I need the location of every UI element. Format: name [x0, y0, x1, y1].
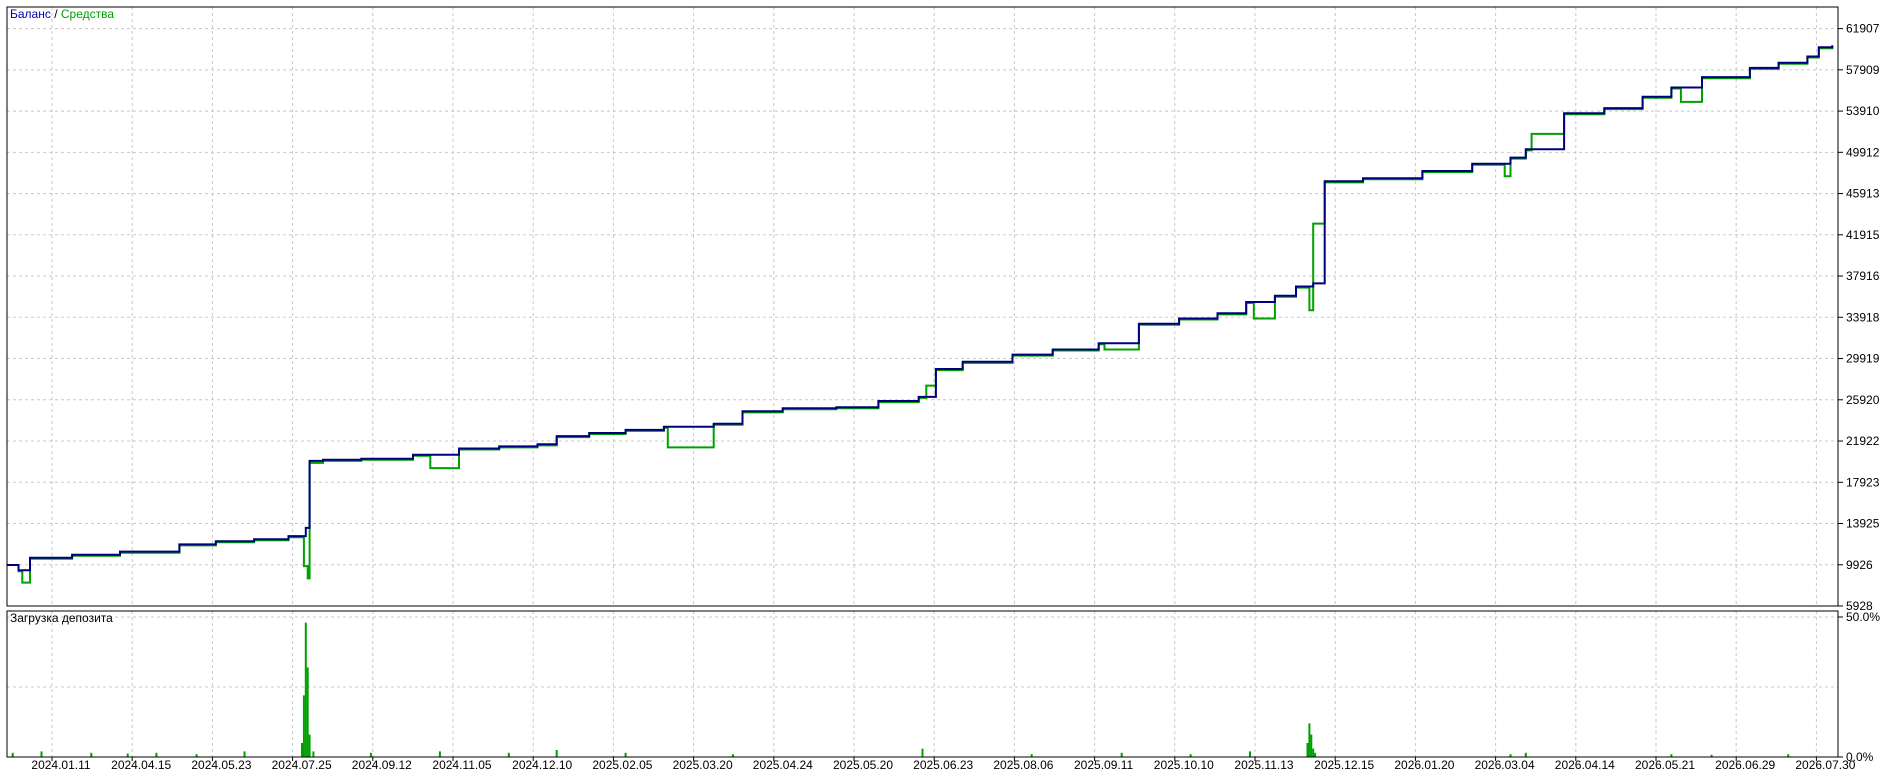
deposit-load-bar	[308, 734, 311, 757]
series-balance-line	[7, 45, 1834, 572]
x-tick-label: 2025.05.20	[833, 758, 893, 772]
y-tick-label: 45913	[1846, 187, 1880, 201]
legend-equity-label: Средства	[61, 7, 114, 21]
y-tick-label: 49912	[1846, 145, 1880, 159]
deposit-load-bar	[1312, 748, 1315, 757]
deposit-load-bar	[1120, 752, 1123, 757]
deposit-load-bar	[438, 751, 441, 757]
x-tick-label: 2024.07.25	[272, 758, 332, 772]
x-tick-label: 2025.03.20	[673, 758, 733, 772]
deposit-load-bar	[306, 667, 309, 757]
y-tick-label: 9926	[1846, 558, 1873, 572]
x-axis-ticks: 2024.01.11 2024.04.15 2024.05.23 2024.07.25…	[31, 757, 1856, 772]
deposit-load-bar	[302, 695, 305, 757]
chart-root: 5928 9926 13925 17923 21922 25920 29919 33918 37…	[0, 0, 1893, 776]
y-tick-label: 29919	[1846, 352, 1880, 366]
deposit-load-bar	[1306, 743, 1309, 757]
main-grid	[7, 7, 1838, 607]
y-tick-label: 61907	[1846, 22, 1880, 36]
deposit-load-bar	[1308, 723, 1311, 757]
sub-grid	[7, 611, 1838, 757]
x-tick-label: 2026.05.21	[1635, 758, 1695, 772]
y-tick-label: 25920	[1846, 393, 1880, 407]
y-tick-label: 13925	[1846, 517, 1880, 531]
deposit-panel-title: Загрузка депозита	[10, 611, 113, 625]
deposit-load-bar	[1524, 752, 1527, 757]
balance-layer	[7, 45, 1834, 572]
x-tick-label: 2024.04.15	[111, 758, 171, 772]
equity-layer	[7, 46, 1834, 584]
y-axis-ticks: 5928992613925179232192225920299193391837…	[1838, 22, 1880, 613]
deposit-load-bar	[40, 751, 43, 757]
x-tick-label: 2025.10.10	[1154, 758, 1214, 772]
series-equity-line	[7, 46, 1834, 584]
x-tick-label: 2024.12.10	[512, 758, 572, 772]
x-tick-label: 2024.09.12	[352, 758, 412, 772]
x-tick-label: 2025.11.13	[1234, 758, 1293, 772]
deposit-load-bar	[11, 752, 14, 757]
chart-svg: 5928992613925179232192225920299193391837…	[6, 6, 1880, 772]
deposit-load-bar	[1314, 752, 1317, 757]
y-tick-label: 41915	[1846, 228, 1880, 242]
x-tick-label: 2025.04.24	[753, 758, 813, 772]
legend-separator: /	[51, 7, 61, 21]
deposit-load-bar	[243, 751, 246, 757]
x-tick-label: 2024.11.05	[432, 758, 491, 772]
y-tick-label: 21922	[1846, 434, 1880, 448]
y-tick-label: 17923	[1846, 475, 1880, 489]
y-tick-label: 37916	[1846, 269, 1880, 283]
deposit-plot-frame	[6, 610, 1839, 758]
x-tick-label: 2025.08.06	[993, 758, 1053, 772]
legend: Баланс / Средства	[10, 7, 114, 21]
deposit-load-bar	[312, 751, 315, 757]
y-tick-label: 53910	[1846, 104, 1880, 118]
x-tick-label: 2025.12.15	[1314, 758, 1374, 772]
deposit-load-bar	[555, 750, 558, 757]
deposit-y-tick-label: 50.0%	[1846, 610, 1880, 624]
deposit-load-bar	[301, 743, 303, 757]
y-tick-label: 57909	[1846, 63, 1880, 77]
deposit-bars	[11, 622, 1790, 757]
x-tick-label: 2026.07.30	[1795, 758, 1855, 772]
x-tick-label: 2025.02.05	[592, 758, 652, 772]
x-tick-label: 2026.03.04	[1475, 758, 1535, 772]
y-tick-label: 33918	[1846, 310, 1880, 324]
deposit-load-bar	[155, 752, 158, 757]
deposit-load-bar	[90, 752, 93, 757]
deposit-load-bar	[304, 622, 307, 757]
x-tick-label: 2026.01.20	[1394, 758, 1454, 772]
deposit-load-bar	[507, 752, 510, 757]
x-tick-label: 2025.06.23	[913, 758, 973, 772]
legend-balance-label: Баланс	[10, 7, 51, 21]
deposit-load-bar	[126, 753, 129, 757]
deposit-load-bar	[921, 748, 924, 757]
x-tick-label: 2026.04.14	[1555, 758, 1615, 772]
x-tick-label: 2025.09.11	[1074, 758, 1133, 772]
deposit-y-axis-ticks: 50.0%0.0%	[1838, 610, 1880, 764]
deposit-load-bar	[369, 752, 372, 757]
x-tick-label: 2024.01.11	[31, 758, 90, 772]
deposit-load-bar	[624, 752, 627, 757]
deposit-load-bar	[1249, 751, 1251, 757]
x-tick-label: 2024.05.23	[191, 758, 251, 772]
deposit-load-bar	[1310, 734, 1313, 757]
x-tick-label: 2026.06.29	[1715, 758, 1775, 772]
main-plot-frame	[6, 6, 1839, 607]
